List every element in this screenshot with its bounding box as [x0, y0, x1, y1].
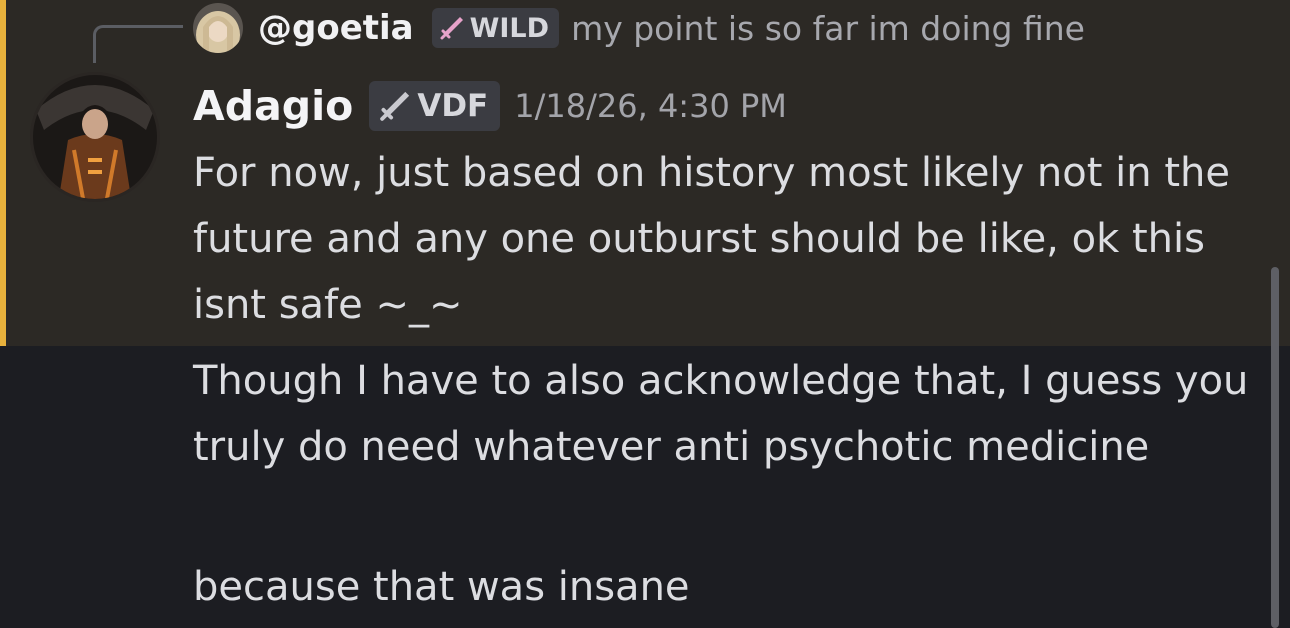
author-avatar[interactable]: [28, 70, 162, 204]
sword-icon: [380, 91, 410, 121]
author-guild-tag[interactable]: VDF: [369, 81, 501, 131]
reply-avatar[interactable]: [193, 3, 243, 53]
reply-preview-text[interactable]: my point is so far im doing fine: [571, 9, 1085, 48]
reply-username[interactable]: @goetia: [258, 8, 414, 48]
reply-connector: [93, 25, 183, 63]
message-text-1: For now, just based on history most like…: [193, 150, 1230, 328]
message-text-2: Though I have to also acknowledge that, …: [193, 358, 1249, 470]
author-guild-tag-label: VDF: [417, 88, 489, 124]
mention-highlight-bar: [0, 0, 6, 346]
author-name[interactable]: Adagio: [193, 82, 353, 130]
scrollbar-thumb[interactable]: [1271, 267, 1279, 628]
message-text-3: because that was insane: [193, 564, 690, 610]
message-timestamp[interactable]: 1/18/26, 4:30 PM: [514, 87, 787, 125]
reply-reference[interactable]: @goetia WILD my point is so far im doing…: [258, 5, 1085, 51]
reply-guild-tag[interactable]: WILD: [431, 8, 560, 48]
reply-guild-tag-label: WILD: [469, 12, 550, 44]
message-header: Adagio VDF 1/18/26, 4:30 PM: [193, 78, 787, 134]
sword-icon: [440, 17, 463, 40]
